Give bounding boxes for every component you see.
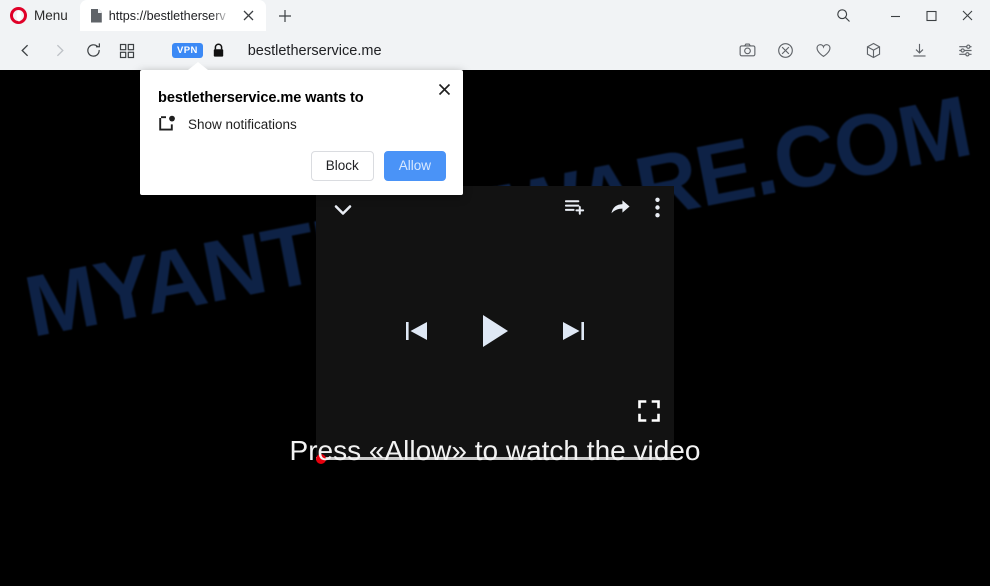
dialog-close-icon[interactable] <box>434 79 454 99</box>
kebab-menu-icon[interactable] <box>655 197 660 223</box>
cube-icon[interactable] <box>856 36 890 66</box>
notification-permission-dialog[interactable]: bestletherservice.me wants to Show notif… <box>140 62 463 195</box>
share-arrow-icon[interactable] <box>610 197 631 223</box>
address-bar[interactable]: VPN bestletherservice.me <box>172 36 730 66</box>
new-tab-button[interactable] <box>274 5 296 27</box>
skip-next-icon[interactable] <box>561 318 585 344</box>
chevron-down-icon[interactable] <box>330 197 356 223</box>
heart-icon[interactable] <box>806 36 840 66</box>
dialog-title: bestletherservice.me wants to <box>158 90 364 106</box>
window-controls <box>826 0 990 31</box>
fullscreen-icon[interactable] <box>638 400 660 422</box>
play-icon[interactable] <box>481 314 509 348</box>
dialog-actions: Block Allow <box>310 151 446 181</box>
tab-close-icon[interactable] <box>238 5 260 27</box>
playlist-add-icon[interactable] <box>564 197 586 223</box>
tab-title: https://bestletherserv <box>108 8 226 23</box>
browser-window: Menu https://bestletherserv VPN bestleth… <box>0 0 990 586</box>
player-transport-controls <box>316 314 674 348</box>
dialog-pointer <box>188 62 208 70</box>
url-text: bestletherservice.me <box>247 42 382 59</box>
permission-label: Show notifications <box>188 116 297 132</box>
opera-logo-icon <box>10 7 27 24</box>
vpn-badge[interactable]: VPN <box>172 42 203 59</box>
snapshot-camera-icon[interactable] <box>730 36 764 66</box>
back-arrow-icon[interactable] <box>8 36 42 66</box>
easy-setup-sliders-icon[interactable] <box>948 36 982 66</box>
browser-tab[interactable]: https://bestletherserv <box>79 0 266 31</box>
permission-row: Show notifications <box>158 115 297 133</box>
ad-blocker-shield-icon[interactable] <box>768 36 802 66</box>
browser-chrome: Menu https://bestletherserv VPN bestleth… <box>0 0 990 70</box>
opera-menu-button[interactable]: Menu <box>0 0 80 31</box>
menu-label: Menu <box>34 8 68 23</box>
page-icon <box>90 8 102 23</box>
maximize-icon[interactable] <box>914 2 948 30</box>
forward-arrow-icon[interactable] <box>42 36 76 66</box>
toolbar-right-icons <box>730 36 982 66</box>
skip-previous-icon[interactable] <box>405 318 429 344</box>
download-icon[interactable] <box>902 36 936 66</box>
close-icon[interactable] <box>950 2 984 30</box>
video-player[interactable] <box>316 186 674 464</box>
allow-button[interactable]: Allow <box>383 151 446 181</box>
search-icon[interactable] <box>826 2 860 30</box>
block-button[interactable]: Block <box>310 151 374 181</box>
padlock-icon[interactable] <box>212 43 225 58</box>
notification-badge-icon <box>158 115 176 133</box>
page-headline: Press «Allow» to watch the video <box>289 435 701 466</box>
title-bar: Menu https://bestletherserv <box>0 0 990 31</box>
minimize-icon[interactable] <box>878 2 912 30</box>
navigation-toolbar: VPN bestletherservice.me <box>0 31 990 70</box>
reload-icon[interactable] <box>76 36 110 66</box>
grid-icon[interactable] <box>110 36 144 66</box>
